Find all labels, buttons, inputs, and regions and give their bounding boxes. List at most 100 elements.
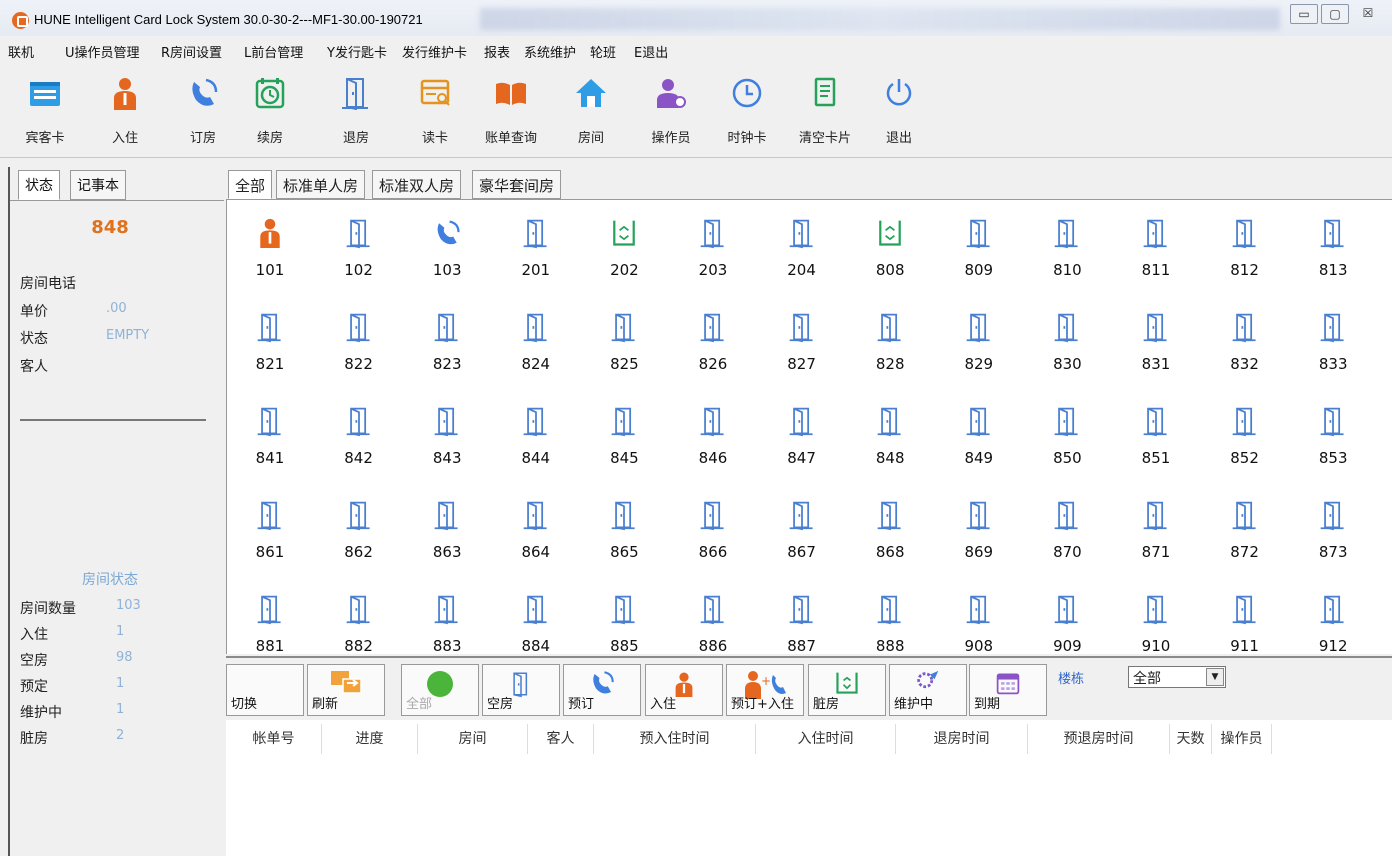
room-tile[interactable]: 865 [589, 486, 659, 566]
room-tile[interactable]: 842 [324, 392, 394, 472]
checkout-button[interactable]: 退房 [321, 72, 391, 148]
column-header[interactable]: 进度 [322, 724, 418, 754]
room-tile[interactable]: 848 [855, 392, 925, 472]
bill-query-button[interactable]: 账单查询 [476, 72, 546, 148]
room-tile[interactable]: 845 [589, 392, 659, 472]
clear-card-button[interactable]: 清空卡片 [790, 72, 860, 148]
column-header[interactable]: 操作员 [1212, 724, 1272, 754]
room-tile[interactable]: 881 [235, 580, 305, 660]
column-header[interactable]: 房间 [418, 724, 528, 754]
room-tile[interactable]: 873 [1298, 486, 1368, 566]
tab-status[interactable]: 状态 [18, 170, 60, 200]
tab-deluxe-suite[interactable]: 豪华套间房 [472, 170, 562, 199]
column-header[interactable]: 预退房时间 [1028, 724, 1170, 754]
room-tile[interactable]: 201 [501, 204, 571, 284]
room-tile[interactable]: 868 [855, 486, 925, 566]
room-tile[interactable]: 843 [412, 392, 482, 472]
renew-button[interactable]: 续房 [235, 72, 305, 148]
tab-standard-single[interactable]: 标准单人房 [276, 170, 366, 199]
menu-item[interactable]: 轮班 [590, 42, 616, 61]
room-tile[interactable]: 829 [944, 298, 1014, 378]
room-tile[interactable]: 822 [324, 298, 394, 378]
tab-standard-double[interactable]: 标准双人房 [372, 170, 462, 199]
filter-all-button[interactable]: 全部 [401, 664, 479, 716]
column-header[interactable]: 退房时间 [896, 724, 1028, 754]
room-tile[interactable]: 849 [944, 392, 1014, 472]
room-tile[interactable]: 846 [678, 392, 748, 472]
chevron-down-icon[interactable]: ▼ [1206, 668, 1224, 686]
room-tile[interactable]: 886 [678, 580, 748, 660]
room-tile[interactable]: 863 [412, 486, 482, 566]
room-tile[interactable]: 850 [1032, 392, 1102, 472]
room-tile[interactable]: 828 [855, 298, 925, 378]
column-header[interactable]: 客人 [528, 724, 594, 754]
room-tile[interactable]: 847 [767, 392, 837, 472]
room-tile[interactable]: 832 [1210, 298, 1280, 378]
room-tile[interactable]: 887 [767, 580, 837, 660]
menu-item[interactable]: E退出 [634, 42, 668, 61]
menu-item[interactable]: L前台管理 [244, 42, 303, 61]
room-tile[interactable]: 833 [1298, 298, 1368, 378]
room-tile[interactable]: 870 [1032, 486, 1102, 566]
filter-empty-button[interactable]: 空房 [482, 664, 560, 716]
room-tile[interactable]: 852 [1210, 392, 1280, 472]
room-tile[interactable]: 830 [1032, 298, 1102, 378]
column-header[interactable]: 预入住时间 [594, 724, 756, 754]
room-tile[interactable]: 861 [235, 486, 305, 566]
room-tile[interactable]: 204 [767, 204, 837, 284]
room-tile[interactable]: 866 [678, 486, 748, 566]
filter-expired-button[interactable]: 到期 [969, 664, 1047, 716]
room-tile[interactable]: 882 [324, 580, 394, 660]
guest-card-button[interactable]: 宾客卡 [10, 72, 80, 148]
room-tile[interactable]: 841 [235, 392, 305, 472]
room-tile[interactable]: 888 [855, 580, 925, 660]
rooms-button[interactable]: 房间 [556, 72, 626, 148]
column-header[interactable]: 入住时间 [756, 724, 896, 754]
filter-reserved-checkin-button[interactable]: + 预订+入住 [726, 664, 804, 716]
operator-button[interactable]: 操作员 [636, 72, 706, 148]
menu-item[interactable]: U操作员管理 [65, 42, 140, 61]
checkin-button[interactable]: 入住 [90, 72, 160, 148]
room-tile[interactable]: 809 [944, 204, 1014, 284]
filter-maintenance-button[interactable]: 维护中 [889, 664, 967, 716]
room-tile[interactable]: 853 [1298, 392, 1368, 472]
minimize-button[interactable]: ▭ [1290, 4, 1318, 24]
room-tile[interactable]: 831 [1121, 298, 1191, 378]
room-tile[interactable]: 821 [235, 298, 305, 378]
reserve-button[interactable]: 订房 [168, 72, 238, 148]
room-tile[interactable]: 813 [1298, 204, 1368, 284]
room-tile[interactable]: 862 [324, 486, 394, 566]
room-tile[interactable]: 102 [324, 204, 394, 284]
room-tile[interactable]: 202 [589, 204, 659, 284]
room-tile[interactable]: 824 [501, 298, 571, 378]
room-tile[interactable]: 825 [589, 298, 659, 378]
room-tile[interactable]: 884 [501, 580, 571, 660]
exit-button[interactable]: 退出 [864, 72, 934, 148]
room-tile[interactable]: 867 [767, 486, 837, 566]
column-header[interactable]: 帐单号 [226, 724, 322, 754]
switch-button[interactable]: 切换 [226, 664, 304, 716]
room-tile[interactable]: 851 [1121, 392, 1191, 472]
room-tile[interactable]: 203 [678, 204, 748, 284]
room-tile[interactable]: 912 [1298, 580, 1368, 660]
maximize-button[interactable]: ▢ [1321, 4, 1349, 24]
tab-all[interactable]: 全部 [228, 170, 273, 199]
building-select[interactable]: 全部 ▼ [1128, 666, 1226, 688]
column-header[interactable]: 天数 [1170, 724, 1212, 754]
room-tile[interactable]: 811 [1121, 204, 1191, 284]
room-tile[interactable]: 823 [412, 298, 482, 378]
room-tile[interactable]: 872 [1210, 486, 1280, 566]
room-tile[interactable]: 103 [412, 204, 482, 284]
close-button[interactable]: ☒ [1354, 4, 1382, 24]
room-tile[interactable]: 101 [235, 204, 305, 284]
menu-item[interactable]: 报表 [484, 42, 510, 61]
menu-item[interactable]: 发行维护卡 [402, 42, 467, 61]
room-tile[interactable]: 808 [855, 204, 925, 284]
clock-card-button[interactable]: 时钟卡 [712, 72, 782, 148]
room-tile[interactable]: 864 [501, 486, 571, 566]
room-tile[interactable]: 885 [589, 580, 659, 660]
menu-item[interactable]: 系统维护 [524, 42, 576, 61]
room-tile[interactable]: 871 [1121, 486, 1191, 566]
filter-reserved-button[interactable]: 预订 [563, 664, 641, 716]
room-tile[interactable]: 911 [1210, 580, 1280, 660]
